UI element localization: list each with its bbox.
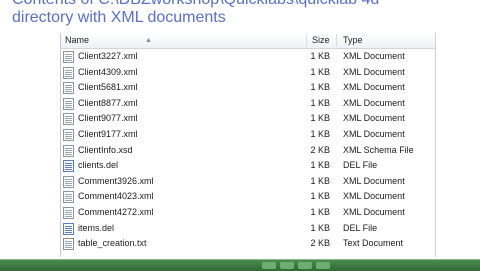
file-row[interactable]: Client3227.xml 1 KB XML Document	[61, 49, 435, 65]
file-size: 1 KB	[310, 160, 330, 171]
file-name: Client4309.xml	[78, 66, 138, 77]
file-type: Text Document	[343, 238, 404, 249]
file-size: 1 KB	[310, 128, 330, 139]
file-size: 1 KB	[310, 175, 330, 186]
taskbar-button[interactable]	[298, 262, 312, 269]
taskbar	[0, 259, 480, 271]
file-row[interactable]: Client5681.xml 1 KB XML Document	[61, 80, 435, 96]
file-size: 1 KB	[310, 113, 330, 124]
taskbar-button[interactable]	[262, 262, 276, 269]
xml-file-icon	[63, 97, 74, 110]
file-size: 1 KB	[310, 66, 330, 77]
file-type: DEL File	[343, 160, 378, 171]
txt-file-icon	[63, 238, 74, 251]
file-name: ClientInfo.xsd	[78, 144, 133, 155]
column-header-type[interactable]: Type	[343, 33, 363, 48]
xml-file-icon	[63, 66, 74, 79]
file-name: Client3227.xml	[78, 51, 138, 61]
file-name: Client5681.xml	[78, 82, 138, 93]
file-name: clients.del	[78, 160, 119, 171]
file-type: XML Schema File	[343, 144, 414, 155]
file-row[interactable]: Client9077.xml 1 KB XML Document	[61, 111, 435, 127]
file-type: XML Document	[343, 82, 405, 93]
file-type: DEL File	[343, 222, 378, 233]
taskbar-button[interactable]	[280, 262, 294, 269]
file-type: XML Document	[343, 51, 405, 61]
file-name: Client9077.xml	[78, 113, 138, 124]
file-row[interactable]: Client4309.xml 1 KB XML Document	[61, 65, 435, 81]
file-name: Comment4023.xml	[78, 191, 154, 202]
column-divider[interactable]	[306, 34, 307, 47]
xml-file-icon	[63, 51, 74, 63]
file-row[interactable]: ClientInfo.xsd 2 KB XML Schema File	[61, 143, 435, 159]
file-size: 1 KB	[310, 51, 330, 61]
column-header-bar: Name ▲ Size Type	[61, 33, 435, 49]
xml-file-icon	[63, 191, 74, 204]
file-type: XML Document	[343, 97, 405, 108]
sort-ascending-icon: ▲	[145, 37, 152, 44]
file-name: table_creation.txt	[78, 238, 147, 249]
xml-file-icon	[63, 113, 74, 126]
file-row[interactable]: Comment4023.xml 1 KB XML Document	[61, 189, 435, 205]
file-size: 2 KB	[310, 144, 330, 155]
file-type: XML Document	[343, 191, 405, 202]
file-name: Comment4272.xml	[78, 206, 154, 217]
file-size: 1 KB	[310, 82, 330, 93]
xml-file-icon	[63, 206, 74, 219]
file-rows: Client3227.xml 1 KB XML Document Client4309…	[61, 49, 435, 252]
xml-file-icon	[63, 175, 74, 188]
file-row[interactable]: table_creation.txt 2 KB Text Document	[61, 236, 435, 252]
file-name: Client8877.xml	[78, 97, 138, 108]
column-header-size[interactable]: Size	[312, 33, 330, 48]
file-type: XML Document	[343, 206, 405, 217]
xml-file-icon	[63, 128, 74, 141]
file-name: Comment3926.xml	[78, 175, 154, 186]
xml-file-icon	[63, 82, 74, 95]
del-file-icon	[63, 222, 74, 235]
file-size: 1 KB	[310, 97, 330, 108]
slide-title-line-2: directory with XML documents	[12, 9, 226, 26]
file-row[interactable]: Comment4272.xml 1 KB XML Document	[61, 205, 435, 221]
file-row[interactable]: Client9177.xml 1 KB XML Document	[61, 127, 435, 143]
taskbar-button[interactable]	[316, 262, 330, 269]
file-row[interactable]: Comment3926.xml 1 KB XML Document	[61, 174, 435, 190]
file-size: 1 KB	[310, 191, 330, 202]
file-size: 1 KB	[310, 222, 330, 233]
file-name: Client9177.xml	[78, 128, 138, 139]
file-list-view[interactable]: Name ▲ Size Type Client3227.xml 1 KB XML D…	[60, 33, 436, 257]
file-size: 2 KB	[310, 238, 330, 249]
file-name: items.del	[78, 222, 115, 233]
file-row[interactable]: clients.del 1 KB DEL File	[61, 158, 435, 174]
del-file-icon	[63, 160, 74, 173]
column-divider[interactable]	[336, 34, 337, 47]
file-size: 1 KB	[310, 206, 330, 217]
file-type: XML Document	[343, 128, 405, 139]
file-type: XML Document	[343, 66, 405, 77]
file-row[interactable]: Client8877.xml 1 KB XML Document	[61, 96, 435, 112]
xsd-file-icon	[63, 144, 74, 157]
file-type: XML Document	[343, 113, 405, 124]
file-row[interactable]: items.del 1 KB DEL File	[61, 221, 435, 237]
file-type: XML Document	[343, 175, 405, 186]
column-header-name[interactable]: Name	[65, 33, 89, 48]
